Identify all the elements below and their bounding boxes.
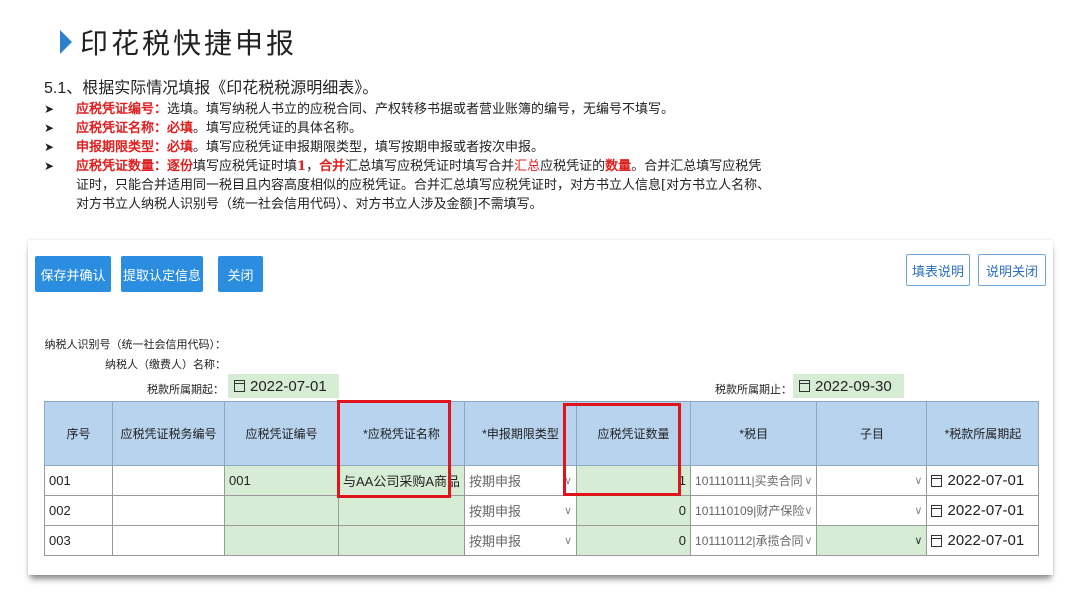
chevron-down-icon: ∨ [804, 505, 813, 517]
taxpayer-name-label: 纳税人（缴费人）名称： [105, 359, 226, 371]
bullet-continuation: 对方书立人纳税人识别号（统一社会信用代码）、对方书立人涉及金额]不需填写。 [76, 197, 543, 212]
slide-title-text: 印花税快捷申报 [80, 27, 298, 60]
chevron-down-icon: ∨ [914, 475, 923, 487]
taxpayer-id-label: 纳税人识别号（统一社会信用代码）： [44, 339, 227, 351]
bullet-required: 必填 [167, 121, 194, 136]
table-row: 001 001 与AA公司采购A商品 按期申报 ∨ 1 101110111|买卖合… [44, 465, 1040, 496]
list-item: ➤ 应税凭证名称：必填。填写应税凭证的具体名称。 [44, 119, 1054, 138]
calendar-icon [234, 380, 245, 392]
help-close-button[interactable]: 说明关闭 [978, 254, 1046, 286]
slide-title: 印花税快捷申报 [60, 22, 297, 62]
cert-name-input[interactable] [337, 525, 466, 556]
calendar-icon [799, 380, 810, 392]
cert-name-input[interactable] [337, 495, 466, 526]
sub-item-select[interactable]: ∨ [816, 465, 928, 496]
arrow-bullet-icon: ➤ [44, 121, 55, 135]
cert-no-input[interactable] [224, 495, 339, 526]
header-tax-cert-no: 应税凭证税务编号 [112, 401, 225, 466]
tax-cert-no-cell [112, 525, 225, 556]
period-start-label: 税款所属期起： [147, 384, 224, 396]
chevron-down-icon: ∨ [804, 475, 813, 487]
header-cert-no: 应税凭证编号 [224, 401, 339, 466]
fetch-info-button[interactable]: 提取认定信息 [121, 256, 203, 292]
period-type-select[interactable]: 按期申报 ∨ [464, 525, 578, 556]
sub-item-select[interactable]: ∨ [816, 525, 928, 556]
header-period-start: *税款所属期起 [926, 401, 1040, 466]
cert-qty-input[interactable]: 1 [576, 465, 692, 496]
table-row: 003 按期申报 ∨ 0 101110112|承揽合同 ∨ ∨ 2022-07-01 [44, 525, 1040, 556]
seq-cell: 003 [44, 525, 113, 556]
chevron-down-icon: ∨ [804, 535, 813, 547]
arrow-bullet-icon: ➤ [44, 140, 55, 154]
triangle-right-icon [60, 30, 72, 54]
header-sub-item: 子目 [816, 401, 928, 466]
table-row: 002 按期申报 ∨ 0 101110109|财产保险 ∨ ∨ 2022-07-01 [44, 495, 1040, 526]
list-item: ➤ 应税凭证数量：逐份填写应税凭证时填1，合并汇总填写应税凭证时填写合并汇总应税… [44, 159, 762, 174]
close-button[interactable]: 关闭 [218, 256, 263, 292]
cert-no-input[interactable]: 001 [224, 465, 339, 496]
instruction-list: ➤ 应税凭证编号：选填。填写纳税人书立的应税合同、产权转移书据或者营业账簿的编号… [44, 100, 1054, 214]
calendar-icon [931, 504, 943, 517]
calendar-icon [931, 474, 943, 487]
cert-qty-input[interactable]: 0 [576, 495, 692, 526]
cert-qty-input[interactable]: 0 [576, 525, 692, 556]
bullet-required: 必填 [167, 140, 194, 155]
period-type-select[interactable]: 按期申报 ∨ [464, 495, 578, 526]
tax-source-table: 序号 应税凭证税务编号 应税凭证编号 *应税凭证名称 *申报期限类型 应税凭证数… [44, 401, 1040, 556]
calendar-icon [931, 534, 943, 547]
header-cert-name: *应税凭证名称 [337, 401, 466, 466]
bullet-label: 应税凭证名称： [76, 121, 168, 136]
bullet-text: 。填写应税凭证申报期限类型，填写按期申报或者按次申报。 [193, 140, 545, 155]
cert-no-input[interactable] [224, 525, 339, 556]
chevron-down-icon: ∨ [563, 475, 573, 487]
save-confirm-button[interactable]: 保存并确认 [35, 256, 111, 292]
bullet-text: 选填。填写纳税人书立的应税合同、产权转移书据或者营业账簿的编号，无编号不填写。 [167, 102, 675, 117]
bullet-label: 应税凭证编号： [76, 102, 168, 117]
period-start-cell[interactable]: 2022-07-01 [926, 525, 1040, 556]
period-start-cell[interactable]: 2022-07-01 [926, 495, 1040, 526]
period-end-value: 2022-09-30 [815, 377, 892, 395]
chevron-down-icon: ∨ [563, 505, 573, 517]
table-header-row: 序号 应税凭证税务编号 应税凭证编号 *应税凭证名称 *申报期限类型 应税凭证数… [44, 401, 1040, 466]
bullet-label: 申报期限类型： [76, 140, 168, 155]
seq-cell: 002 [44, 495, 113, 526]
tax-item-select[interactable]: 101110109|财产保险 ∨ [690, 495, 818, 526]
chevron-down-icon: ∨ [563, 535, 573, 547]
header-period-type: *申报期限类型 [464, 401, 578, 466]
period-start-date-input[interactable]: 2022-07-01 [228, 374, 339, 398]
tax-cert-no-cell [112, 465, 225, 496]
header-seq: 序号 [44, 401, 113, 466]
arrow-bullet-icon: ➤ [44, 159, 55, 173]
list-item: ➤ 申报期限类型：必填。填写应税凭证申报期限类型，填写按期申报或者按次申报。 [44, 138, 1054, 157]
bullet-text: 。填写应税凭证的具体名称。 [193, 121, 363, 136]
tax-item-select[interactable]: 101110111|买卖合同 ∨ [690, 465, 818, 496]
sub-item-select[interactable]: ∨ [816, 495, 928, 526]
fill-help-button[interactable]: 填表说明 [906, 254, 970, 286]
period-start-value: 2022-07-01 [250, 377, 327, 395]
period-end-date-input[interactable]: 2022-09-30 [793, 374, 904, 398]
tax-source-form-panel: 保存并确认 提取认定信息 关闭 填表说明 说明关闭 纳税人识别号（统一社会信用代… [28, 240, 1053, 575]
seq-cell: 001 [44, 465, 113, 496]
period-start-cell[interactable]: 2022-07-01 [926, 465, 1040, 496]
header-tax-item: *税目 [690, 401, 818, 466]
list-item: ➤ 应税凭证编号：选填。填写纳税人书立的应税合同、产权转移书据或者营业账簿的编号… [44, 100, 1054, 119]
chevron-down-icon: ∨ [914, 535, 923, 547]
tax-cert-no-cell [112, 495, 225, 526]
period-end-label: 税款所属期止： [715, 384, 792, 396]
arrow-bullet-icon: ➤ [44, 102, 55, 116]
period-type-select[interactable]: 按期申报 ∨ [464, 465, 578, 496]
bullet-continuation: 证时，只能合并适用同一税目且内容高度相似的应税凭证。合并汇总填写应税凭证时，对方… [76, 178, 771, 193]
header-cert-qty: 应税凭证数量 [576, 401, 692, 466]
tax-item-select[interactable]: 101110112|承揽合同 ∨ [690, 525, 818, 556]
cert-name-input[interactable]: 与AA公司采购A商品 [337, 465, 466, 496]
chevron-down-icon: ∨ [914, 505, 923, 517]
slide-subtitle: 5.1、根据实际情况填报《印花税税源明细表》。 [44, 80, 379, 97]
